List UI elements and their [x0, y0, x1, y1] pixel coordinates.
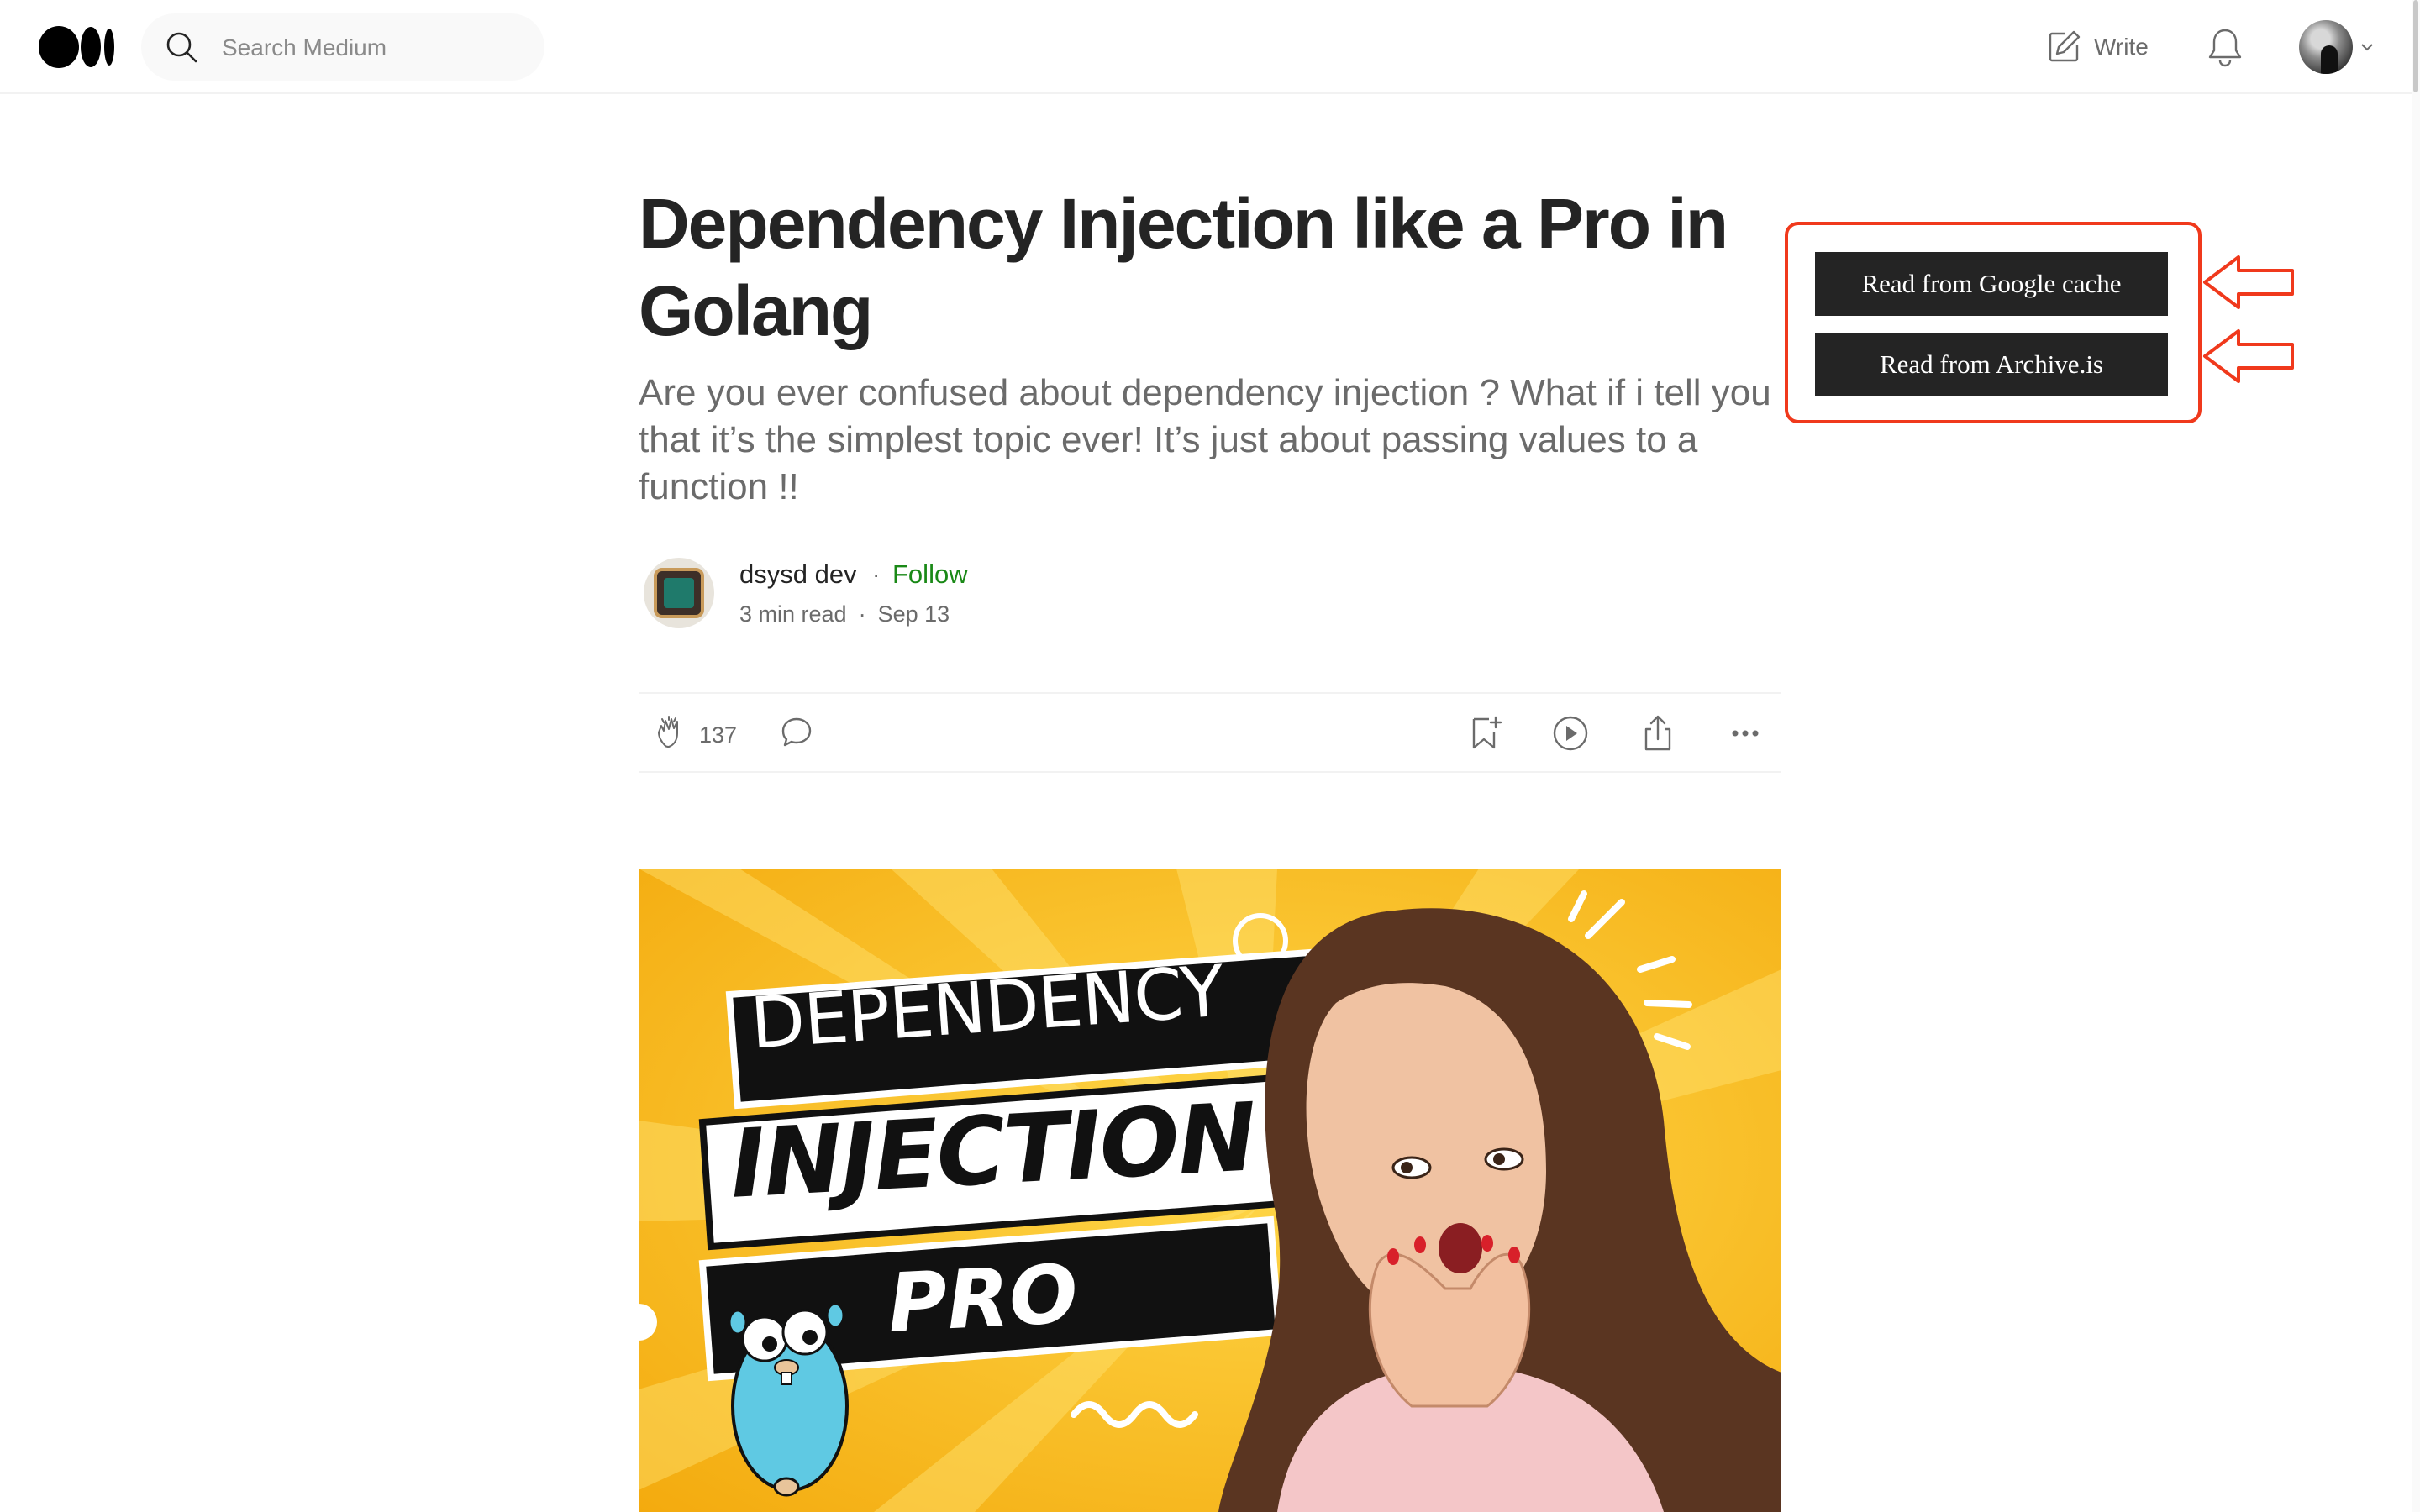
hero-image: DEPENDENCY INJECTION PRO	[639, 869, 1781, 1512]
hero-line-pro: PRO	[886, 1247, 1081, 1351]
avatar	[2299, 20, 2353, 74]
publish-date: Sep 13	[877, 601, 950, 627]
user-menu[interactable]	[2299, 20, 2375, 74]
read-from-google-cache-button[interactable]: Read from Google cache	[1815, 252, 2168, 316]
clap-icon[interactable]	[654, 714, 692, 753]
chevron-down-icon	[2361, 44, 2373, 51]
author-avatar[interactable]	[644, 558, 714, 628]
clap-count: 137	[699, 722, 738, 748]
top-navigation-bar: Write	[0, 0, 2420, 94]
search-bar	[141, 13, 544, 81]
listen-icon[interactable]	[1551, 714, 1590, 753]
share-icon[interactable]	[1639, 714, 1677, 753]
follow-button[interactable]: Follow	[892, 559, 968, 590]
article-action-bar: 137	[639, 692, 1781, 773]
response-icon[interactable]	[780, 716, 813, 749]
write-icon	[2049, 30, 2081, 62]
separator-dot: ·	[858, 601, 866, 627]
read-from-archive-button[interactable]: Read from Archive.is	[1815, 333, 2168, 396]
search-input[interactable]	[220, 27, 526, 69]
write-label: Write	[2094, 34, 2149, 60]
more-icon[interactable]	[1726, 714, 1765, 753]
author-name[interactable]: dsysd dev	[739, 559, 857, 590]
read-time: 3 min read	[739, 601, 847, 627]
author-block: dsysd dev · Follow 3 min read · Sep 13	[639, 554, 1311, 630]
scrollbar[interactable]	[2412, 0, 2420, 1512]
medium-logo[interactable]	[39, 25, 116, 69]
bookmark-icon[interactable]	[1465, 714, 1504, 753]
separator-dot: ·	[872, 561, 881, 587]
article-subtitle: Are you ever confused about dependency i…	[639, 372, 1771, 507]
arrow-left-icon	[2203, 329, 2294, 383]
scrollbar-thumb[interactable]	[2413, 0, 2418, 92]
search-icon	[166, 32, 197, 63]
arrow-left-icon	[2203, 255, 2294, 309]
bell-icon[interactable]	[2207, 27, 2244, 67]
article-title: Dependency Injection like a Pro in Golan…	[639, 184, 1728, 350]
write-button[interactable]: Write	[2045, 25, 2149, 69]
article-meta: 3 min read · Sep 13	[739, 601, 950, 627]
